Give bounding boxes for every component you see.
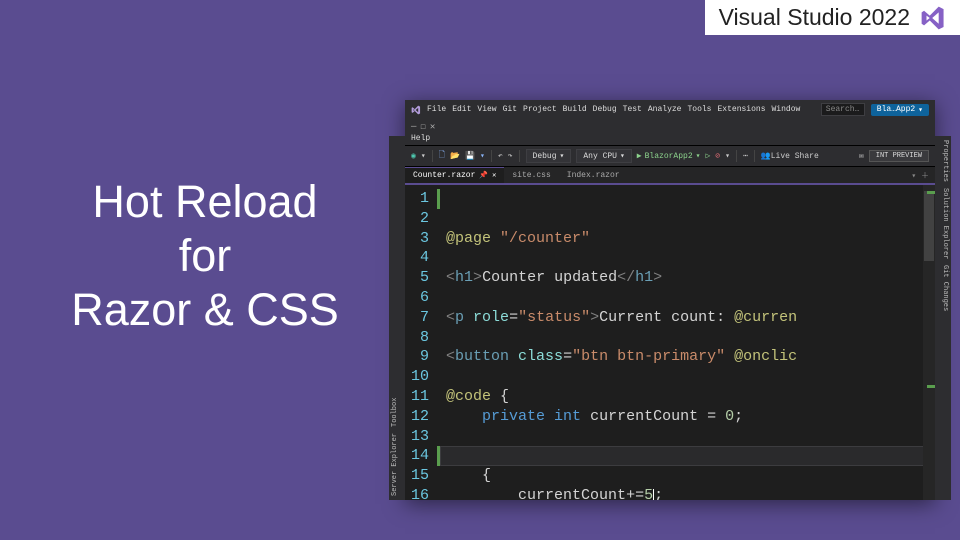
platform-dropdown[interactable]: Any CPU▾ bbox=[576, 149, 631, 163]
menu-analyze[interactable]: Analyze bbox=[648, 105, 682, 114]
vs-logo-icon bbox=[920, 5, 946, 31]
tab-close-icon[interactable]: ✕ bbox=[492, 171, 496, 180]
menu-view[interactable]: View bbox=[477, 105, 496, 114]
code-area[interactable]: @page "/counter" <h1>Counter updated</h1… bbox=[440, 185, 935, 500]
toolbar-extra-icon[interactable]: ⋯ bbox=[743, 151, 748, 161]
menu-edit[interactable]: Edit bbox=[452, 105, 471, 114]
menu-extensions[interactable]: Extensions bbox=[717, 105, 765, 114]
change-tick bbox=[927, 191, 935, 194]
redo-icon[interactable]: ↷ bbox=[508, 151, 513, 161]
menu-test[interactable]: Test bbox=[623, 105, 642, 114]
rail-server-explorer[interactable]: Server Explorer bbox=[391, 433, 403, 496]
menu-file[interactable]: File bbox=[427, 105, 446, 114]
vs-badge: Visual Studio 2022 bbox=[705, 0, 960, 35]
document-tabs: Counter.razor 📌 ✕ site.css Index.razor ▾… bbox=[405, 167, 935, 185]
notifications-icon[interactable]: ✉ bbox=[859, 151, 864, 161]
open-icon[interactable]: 📂 bbox=[450, 151, 460, 161]
save-all-icon[interactable]: ▾ bbox=[480, 151, 485, 161]
change-tick bbox=[927, 385, 935, 388]
right-tool-rail: Properties Solution Explorer Git Changes bbox=[935, 136, 951, 500]
run-button[interactable]: ▶ BlazorApp2 ▾ bbox=[637, 151, 701, 161]
vs-logo-small-icon bbox=[411, 105, 421, 115]
slide-headline: Hot Reload for Razor & CSS bbox=[40, 175, 370, 337]
menu-debug[interactable]: Debug bbox=[593, 105, 617, 114]
stop-icon[interactable]: ⊘ bbox=[715, 151, 720, 161]
menu-project[interactable]: Project bbox=[523, 105, 557, 114]
menu-git[interactable]: Git bbox=[503, 105, 517, 114]
editor-scrollbar[interactable] bbox=[923, 185, 935, 500]
headline-line2: for bbox=[40, 229, 370, 283]
tab-counter-razor[interactable]: Counter.razor 📌 ✕ bbox=[405, 167, 504, 183]
undo-icon[interactable]: ↶ bbox=[498, 151, 503, 161]
menu-window[interactable]: Window bbox=[772, 105, 801, 114]
tab-overflow-icon[interactable]: ▾ ＋ bbox=[905, 170, 935, 181]
main-toolbar: ◉ ▾ 🗋 📂 💾 ▾ ↶ ↷ Debug▾ Any CPU▾ ▶ Blazor… bbox=[405, 145, 935, 167]
solution-name-chip[interactable]: Bla…App2▾ bbox=[871, 104, 929, 116]
tab-index-razor[interactable]: Index.razor bbox=[559, 168, 628, 183]
run-noprofile-icon[interactable]: ▷ bbox=[705, 151, 710, 161]
new-item-icon[interactable]: 🗋 bbox=[439, 149, 445, 163]
rail-properties[interactable]: Properties bbox=[937, 140, 949, 182]
left-tool-rail: Server Explorer Toolbox bbox=[389, 136, 405, 500]
headline-line3: Razor & CSS bbox=[40, 283, 370, 337]
rail-git-changes[interactable]: Git Changes bbox=[937, 265, 949, 311]
config-dropdown[interactable]: Debug▾ bbox=[526, 149, 572, 163]
nav-back-icon[interactable]: ◉ bbox=[411, 151, 416, 161]
window-close-icon[interactable]: ✕ bbox=[430, 122, 435, 132]
nav-fwd-icon[interactable]: ▾ bbox=[421, 151, 426, 161]
line-number-gutter: 1 2 3 4 5 6 7 8 9 10 11 12 13 14 15 16 1… bbox=[405, 185, 437, 500]
code-editor[interactable]: 1 2 3 4 5 6 7 8 9 10 11 12 13 14 15 16 1… bbox=[405, 185, 935, 500]
window-maximize-icon[interactable]: ☐ bbox=[420, 122, 425, 132]
rail-solution-explorer[interactable]: Solution Explorer bbox=[937, 188, 949, 259]
menu-help[interactable]: Help bbox=[411, 134, 430, 143]
menu-build[interactable]: Build bbox=[563, 105, 587, 114]
tab-site-css[interactable]: site.css bbox=[504, 168, 558, 183]
window-minimize-icon[interactable]: ─ bbox=[411, 122, 416, 132]
vs-badge-text: Visual Studio 2022 bbox=[719, 4, 910, 31]
save-icon[interactable]: 💾 bbox=[465, 151, 475, 161]
liveshare-icon[interactable]: 👥 Live Share bbox=[761, 151, 819, 161]
quick-search-input[interactable]: Search… bbox=[821, 103, 865, 116]
rail-toolbox[interactable]: Toolbox bbox=[391, 398, 403, 427]
scrollbar-thumb[interactable] bbox=[924, 191, 934, 261]
menubar: File Edit View Git Project Build Debug T… bbox=[405, 100, 935, 134]
tab-pin-icon[interactable]: 📌 bbox=[479, 171, 488, 180]
vs-ide-window: Server Explorer Toolbox Properties Solut… bbox=[405, 100, 935, 500]
preview-badge: INT PREVIEW bbox=[869, 150, 929, 162]
headline-line1: Hot Reload bbox=[40, 175, 370, 229]
menu-tools[interactable]: Tools bbox=[687, 105, 711, 114]
